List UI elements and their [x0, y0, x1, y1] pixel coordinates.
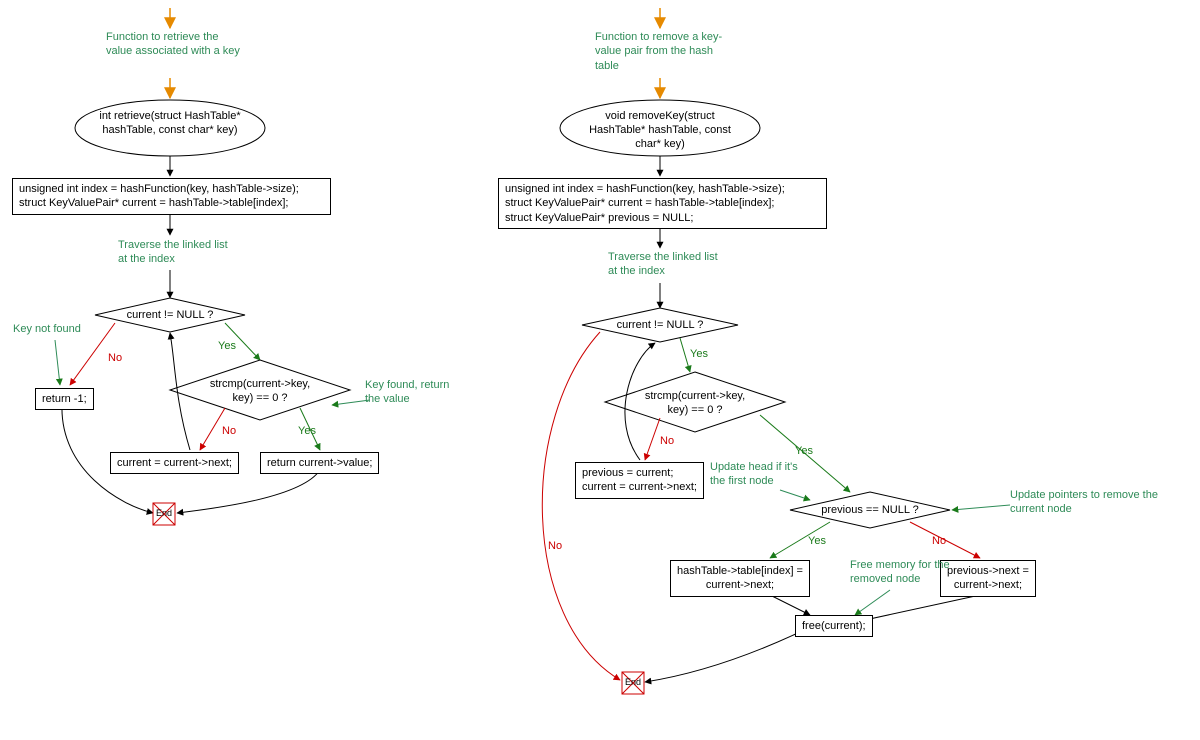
cond-strcmp-left: strcmp(current->key, key) == 0 ?	[200, 378, 320, 406]
comment-retrieve-top: Function to retrieve the value associate…	[106, 30, 246, 59]
end-right: End	[621, 677, 645, 688]
label-yes-1l: Yes	[218, 340, 236, 352]
free-current: free(current);	[795, 615, 873, 637]
label-no-1r: No	[548, 540, 562, 552]
label-yes-2l: Yes	[298, 425, 316, 437]
comment-key-found: Key found, return the value	[365, 378, 465, 407]
remove-init: unsigned int index = hashFunction(key, h…	[498, 178, 827, 229]
label-yes-3r: Yes	[808, 535, 826, 547]
label-yes-2r: Yes	[795, 445, 813, 457]
set-prev: previous->next = current->next;	[940, 560, 1036, 597]
cond-previous-null: previous == NULL ?	[812, 504, 928, 518]
comment-traverse-left: Traverse the linked list at the index	[118, 238, 238, 267]
cond-current-null-right: current != NULL ?	[607, 319, 713, 333]
retrieve-init: unsigned int index = hashFunction(key, h…	[12, 178, 331, 215]
label-no-3r: No	[932, 535, 946, 547]
comment-free: Free memory for the removed node	[850, 558, 950, 587]
comment-not-found: Key not found	[13, 322, 81, 336]
func-remove-sig: void removeKey(struct HashTable* hashTab…	[577, 110, 743, 151]
cond-current-null-left: current != NULL ?	[117, 309, 223, 323]
end-left: End	[152, 508, 176, 519]
label-yes-1r: Yes	[690, 348, 708, 360]
comment-remove-top: Function to remove a key-value pair from…	[595, 30, 735, 73]
comment-update-head: Update head if it's the first node	[710, 460, 815, 489]
comment-traverse-right: Traverse the linked list at the index	[608, 250, 728, 279]
return-value: return current->value;	[260, 452, 379, 474]
set-head: hashTable->table[index] = current->next;	[670, 560, 810, 597]
return-minus-one: return -1;	[35, 388, 94, 410]
remove-advance: previous = current; current = current->n…	[575, 462, 704, 499]
cond-strcmp-right: strcmp(current->key, key) == 0 ?	[635, 390, 755, 418]
func-retrieve-sig: int retrieve(struct HashTable* hashTable…	[90, 110, 250, 138]
label-no-1l: No	[108, 352, 122, 364]
label-no-2l: No	[222, 425, 236, 437]
label-no-2r: No	[660, 435, 674, 447]
retrieve-advance: current = current->next;	[110, 452, 239, 474]
comment-update-ptr: Update pointers to remove the current no…	[1010, 488, 1170, 517]
